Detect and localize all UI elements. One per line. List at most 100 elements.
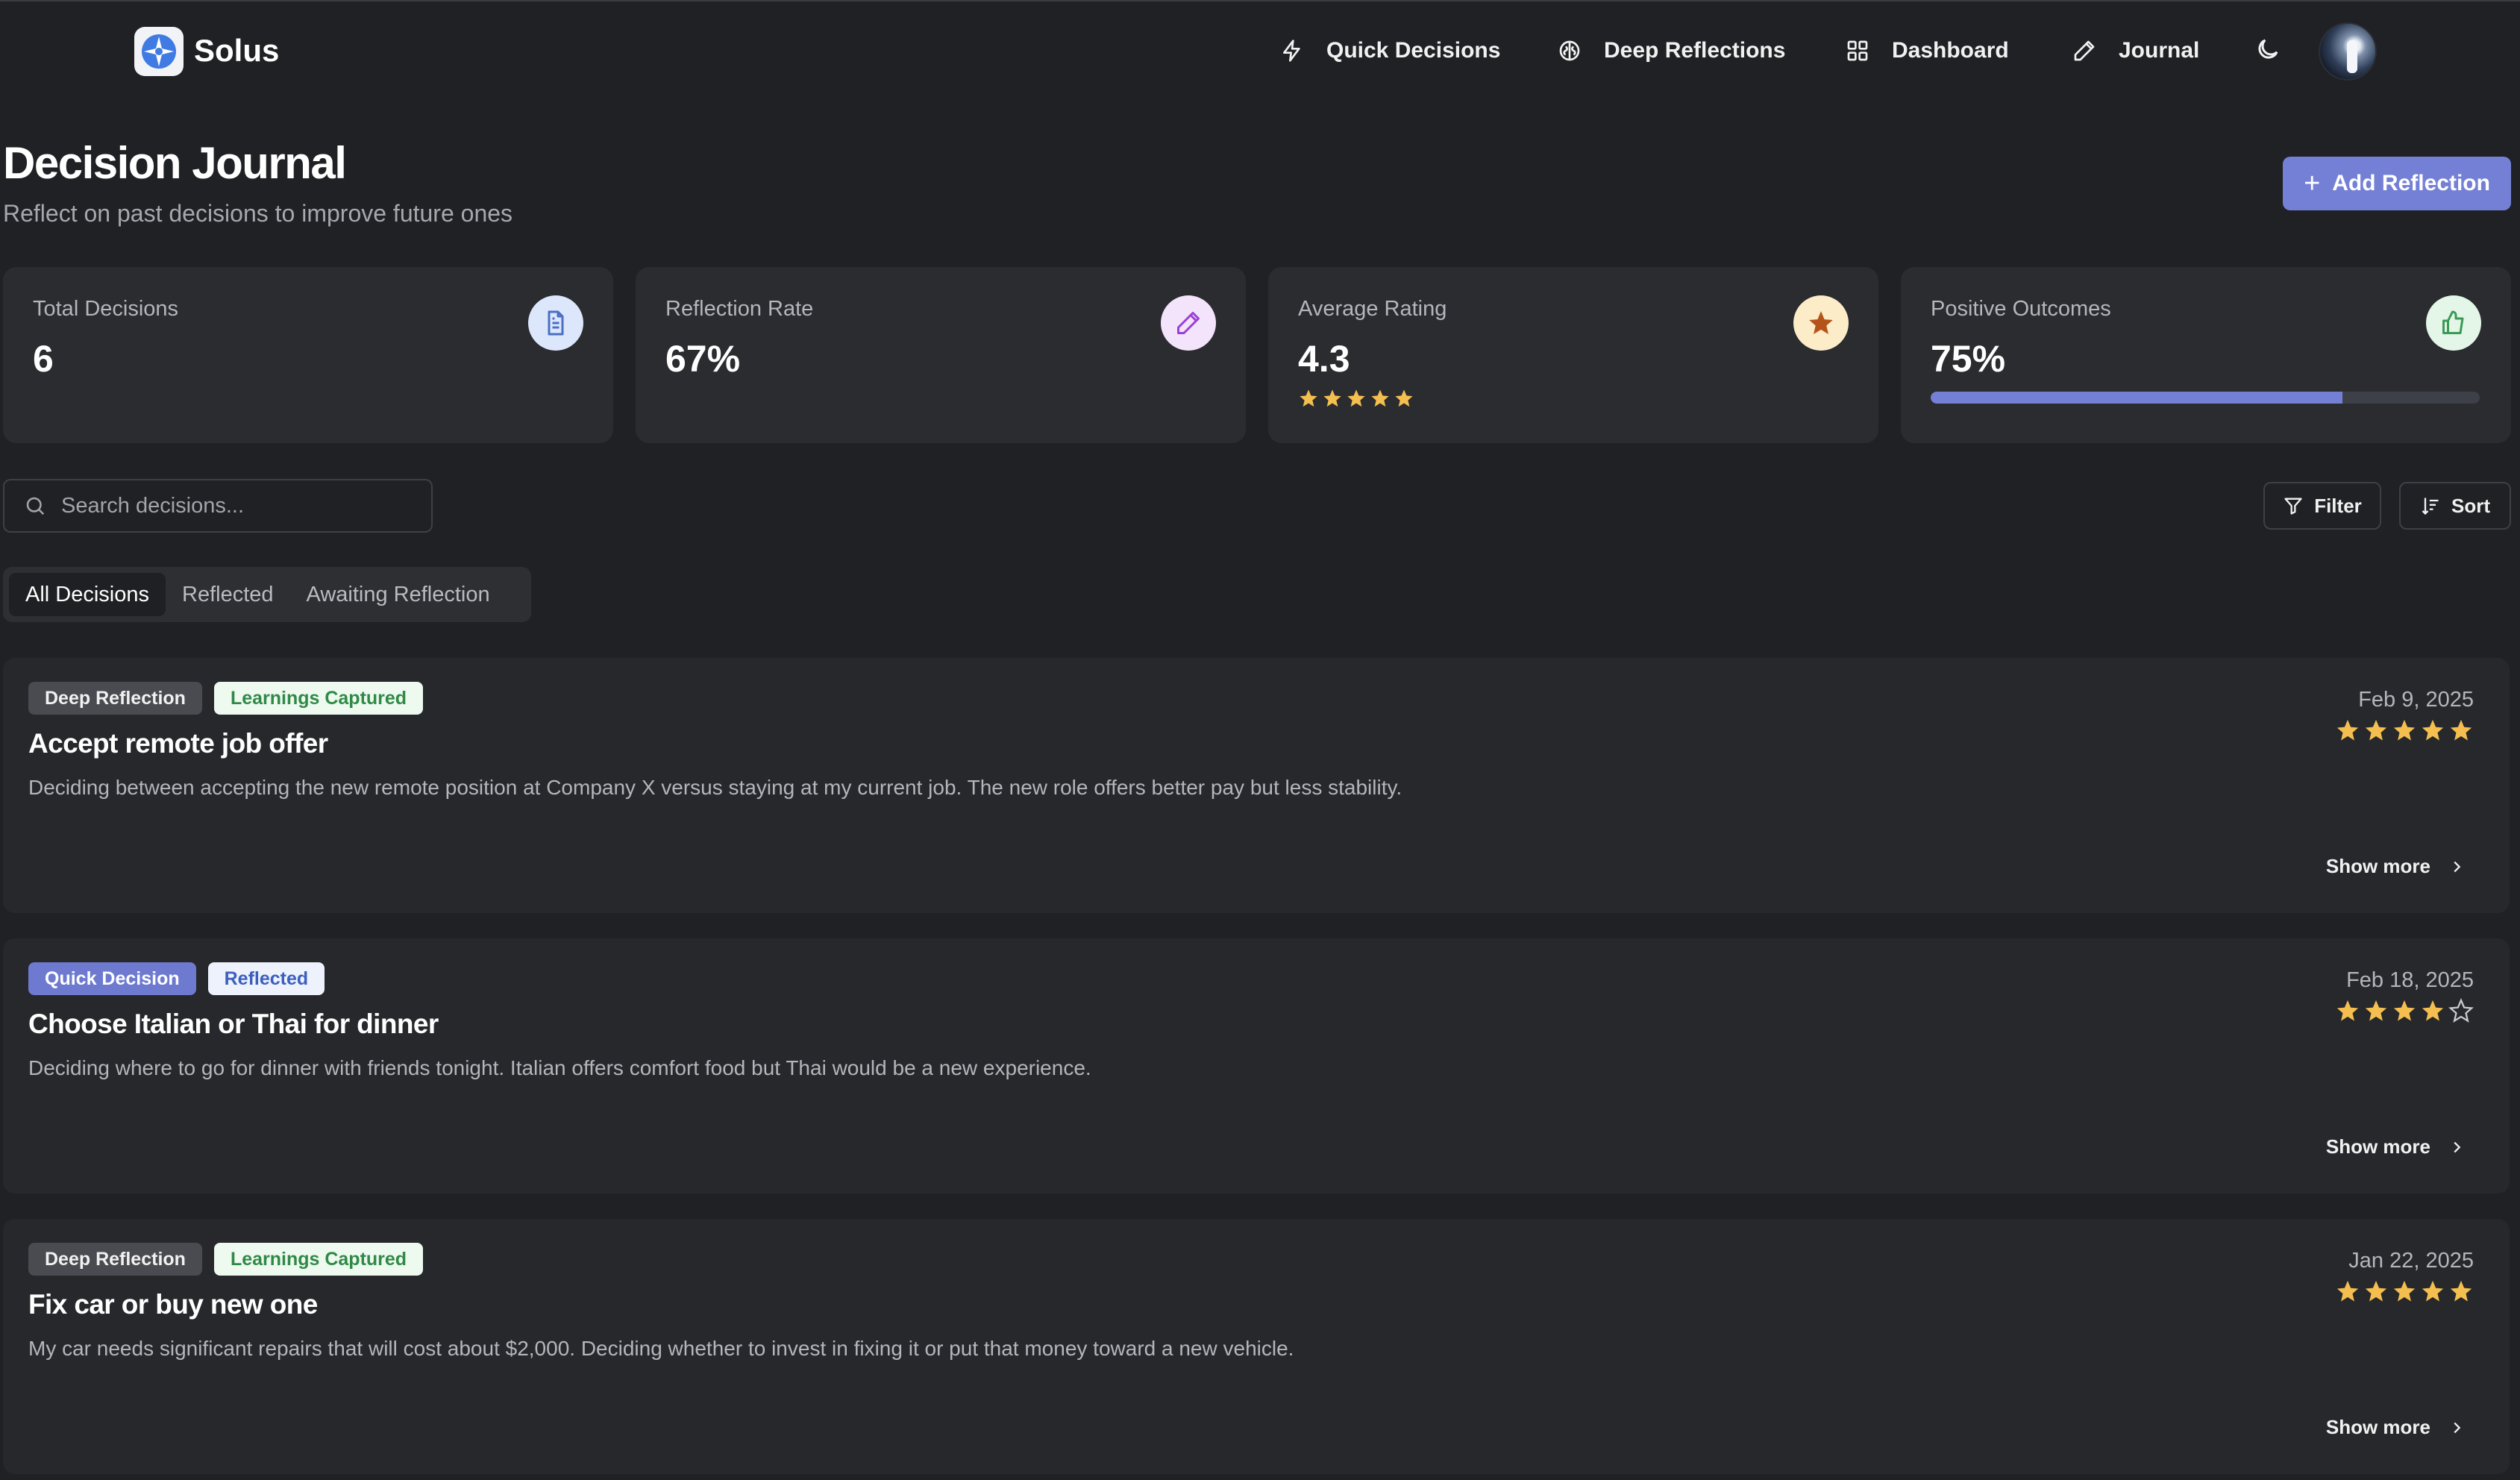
chevron-right-icon <box>2454 1141 2461 1153</box>
nav-dashboard[interactable]: Dashboard <box>1846 30 2009 72</box>
star-filled-icon <box>2336 719 2359 741</box>
tab-all-decisions[interactable]: All Decisions <box>9 573 166 616</box>
stat-card-total-decisions: Total Decisions 6 <box>3 267 613 443</box>
nav-label: Journal <box>2119 38 2200 63</box>
search-input[interactable]: Search decisions... <box>3 479 433 533</box>
document-icon <box>528 295 583 351</box>
stat-card-average-rating: Average Rating 4.3 <box>1268 267 1878 443</box>
decision-title[interactable]: Choose Italian or Thai for dinner <box>28 1009 439 1040</box>
stat-label: Total Decisions <box>33 297 179 321</box>
decision-rating <box>2335 1279 2474 1304</box>
average-rating-stars <box>1298 388 1414 409</box>
nav-label: Quick Decisions <box>1326 38 1501 63</box>
moon-icon <box>2258 39 2278 59</box>
decision-date: Feb 9, 2025 <box>2358 688 2474 712</box>
star-filled-icon <box>1300 389 1317 407</box>
decision-card: Deep Reflection Learnings Captured Fix c… <box>3 1219 2510 1474</box>
chevron-right-icon <box>2454 1422 2461 1433</box>
type-badge: Deep Reflection <box>28 682 202 715</box>
show-more-label: Show more <box>2325 855 2430 877</box>
add-reflection-button[interactable]: + Add Reflection <box>2283 157 2511 210</box>
search-icon <box>26 497 45 515</box>
type-badge: Quick Decision <box>28 962 196 995</box>
star-filled-icon <box>2365 719 2387 741</box>
add-reflection-label: Add Reflection <box>2332 171 2490 195</box>
stat-value: 6 <box>33 338 54 380</box>
filter-label: Filter <box>2314 494 2362 517</box>
filter-icon <box>2284 498 2302 515</box>
star-filled-icon <box>2422 719 2444 741</box>
decision-description: Deciding between accepting the new remot… <box>28 776 1402 799</box>
status-badge: Learnings Captured <box>213 1243 424 1276</box>
pencil-icon <box>1161 295 1216 351</box>
decision-date: Feb 18, 2025 <box>2346 968 2474 992</box>
decision-rating <box>2335 998 2474 1023</box>
user-avatar[interactable] <box>2319 22 2377 81</box>
decision-rating <box>2335 718 2474 743</box>
theme-toggle[interactable] <box>2254 36 2281 66</box>
nav-journal[interactable]: Journal <box>2072 30 2199 72</box>
stat-value: 67% <box>665 338 741 380</box>
star-filled-icon <box>2336 1000 2359 1021</box>
show-more-button[interactable]: Show more <box>2326 1135 2465 1158</box>
nav-label: Deep Reflections <box>1604 38 1786 63</box>
tab-awaiting-reflection[interactable]: Awaiting Reflection <box>290 573 507 616</box>
stat-label: Reflection Rate <box>665 297 814 321</box>
brain-icon <box>1559 40 1580 61</box>
thumbs-up-icon <box>2426 295 2481 351</box>
star-filled-icon <box>2422 1280 2444 1302</box>
top-divider <box>0 0 2520 1</box>
positive-outcomes-progress <box>1931 392 2480 404</box>
stat-value: 4.3 <box>1298 338 1350 380</box>
star-filled-icon <box>1347 389 1365 407</box>
nav-label: Dashboard <box>1892 38 2009 63</box>
decision-date: Jan 22, 2025 <box>2348 1249 2474 1273</box>
decision-description: Deciding where to go for dinner with fri… <box>28 1056 1091 1079</box>
show-more-label: Show more <box>2325 1416 2430 1438</box>
status-badge: Reflected <box>207 962 325 995</box>
app-name[interactable]: Solus <box>194 30 279 72</box>
show-more-button[interactable]: Show more <box>2326 855 2465 878</box>
sort-label: Sort <box>2451 494 2490 517</box>
compass-icon <box>142 34 176 69</box>
plus-icon: + <box>2304 168 2321 199</box>
star-filled-icon <box>1395 389 1413 407</box>
stat-value: 75% <box>1931 338 2006 380</box>
nav-deep-reflections[interactable]: Deep Reflections <box>1558 30 1785 72</box>
filter-button[interactable]: Filter <box>2263 482 2381 530</box>
sort-icon <box>2422 498 2439 515</box>
lightning-icon <box>1283 40 1300 62</box>
sort-button[interactable]: Sort <box>2399 482 2511 530</box>
pencil-icon <box>2074 40 2095 61</box>
decision-title[interactable]: Fix car or buy new one <box>28 1289 318 1320</box>
star-filled-icon <box>2393 719 2416 741</box>
star-filled-icon <box>2393 1000 2416 1021</box>
search-placeholder: Search decisions... <box>61 493 245 518</box>
decision-description: My car needs significant repairs that wi… <box>28 1337 1294 1360</box>
grid-icon <box>1847 40 1868 61</box>
star-icon <box>1793 295 1849 351</box>
star-filled-icon <box>2422 1000 2444 1021</box>
nav-quick-decisions[interactable]: Quick Decisions <box>1280 30 1500 72</box>
stat-label: Average Rating <box>1298 297 1447 321</box>
show-more-label: Show more <box>2325 1135 2430 1158</box>
chevron-right-icon <box>2454 861 2461 872</box>
page-title: Decision Journal <box>3 138 347 188</box>
app-logo[interactable] <box>134 27 184 76</box>
star-empty-icon <box>2448 998 2474 1023</box>
decision-card: Deep Reflection Learnings Captured Accep… <box>3 658 2510 913</box>
stat-card-positive-outcomes: Positive Outcomes 75% <box>1901 267 2511 443</box>
star-filled-icon <box>1371 389 1389 407</box>
tab-reflected[interactable]: Reflected <box>166 573 290 616</box>
show-more-button[interactable]: Show more <box>2326 1416 2465 1439</box>
stat-label: Positive Outcomes <box>1931 297 2111 321</box>
page-subtitle: Reflect on past decisions to improve fut… <box>3 200 513 227</box>
decision-title[interactable]: Accept remote job offer <box>28 728 328 759</box>
star-filled-icon <box>2365 1000 2387 1021</box>
star-filled-icon <box>2393 1280 2416 1302</box>
star-filled-icon <box>2365 1280 2387 1302</box>
star-filled-icon <box>2450 719 2472 741</box>
type-badge: Deep Reflection <box>28 1243 202 1276</box>
decision-card: Quick Decision Reflected Choose Italian … <box>3 938 2510 1194</box>
star-filled-icon <box>2450 1280 2472 1302</box>
